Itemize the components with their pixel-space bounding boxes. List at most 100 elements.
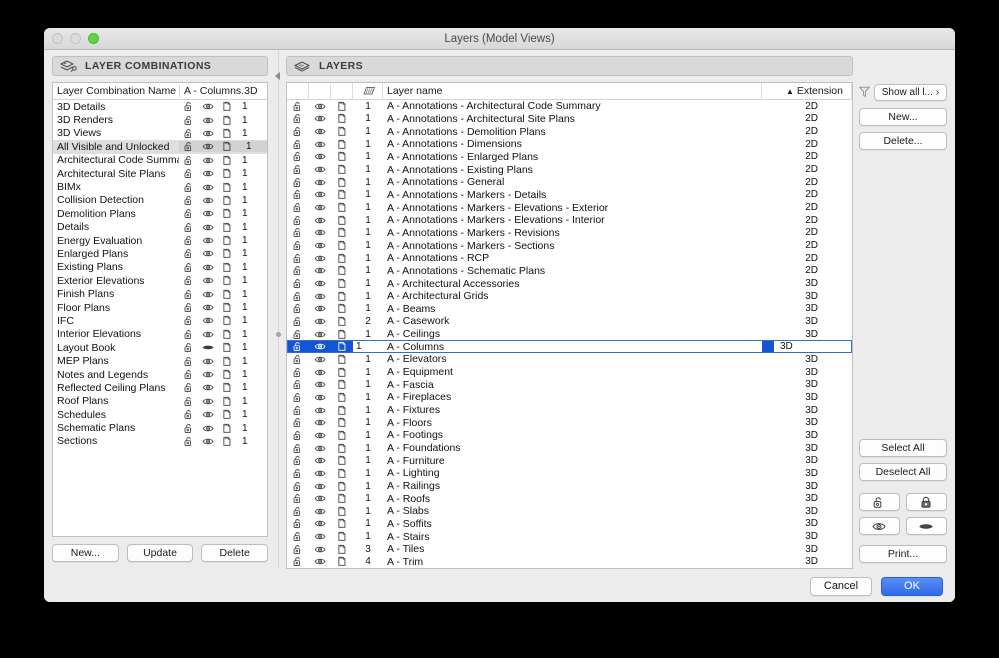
eye-open-icon[interactable] bbox=[202, 303, 215, 312]
unlock-icon[interactable] bbox=[184, 248, 195, 259]
layer-row[interactable]: 1A - Annotations - Markers - Details 2D bbox=[287, 189, 852, 202]
layer-intersection-group[interactable]: 1 bbox=[353, 480, 383, 493]
layer-combination-row[interactable]: Interior Elevations 1 bbox=[53, 328, 267, 341]
new-layer-button[interactable]: New... bbox=[859, 108, 947, 126]
layer-intersection-group[interactable]: 1 bbox=[353, 467, 383, 480]
eye-open-icon[interactable] bbox=[202, 410, 215, 419]
layer-row[interactable]: 1A - Footings 3D bbox=[287, 429, 852, 442]
delete-layer-button[interactable]: Delete... bbox=[859, 132, 947, 150]
layer-intersection-group[interactable]: 1 bbox=[353, 277, 383, 290]
layer-visibility-cell[interactable] bbox=[309, 492, 331, 505]
wireframe-icon[interactable] bbox=[222, 128, 233, 139]
wireframe-icon[interactable] bbox=[222, 115, 233, 126]
layer-name[interactable]: A - Elevators bbox=[383, 353, 762, 366]
new-combination-button[interactable]: New... bbox=[52, 544, 119, 563]
layer-name[interactable]: A - Annotations - Architectural Site Pla… bbox=[383, 113, 762, 126]
lock-layer-button[interactable] bbox=[906, 493, 947, 512]
layer-combination-row[interactable]: Energy Evaluation 1 bbox=[53, 234, 267, 247]
layer-intersection-group[interactable]: 1 bbox=[353, 454, 383, 467]
eye-open-icon[interactable] bbox=[202, 196, 215, 205]
layer-name[interactable]: A - Beams bbox=[383, 303, 762, 316]
pane-splitter[interactable] bbox=[272, 50, 286, 570]
layer-visibility-cell[interactable] bbox=[309, 100, 331, 113]
layer-intersection-group[interactable]: 1 bbox=[353, 151, 383, 164]
unlock-icon[interactable] bbox=[184, 436, 195, 447]
layer-name[interactable]: A - Annotations - Markers - Elevations -… bbox=[383, 214, 762, 227]
column-header-extension[interactable]: ▲ Extension bbox=[762, 83, 852, 100]
unlock-icon[interactable] bbox=[184, 195, 195, 206]
layer-visibility-cell[interactable] bbox=[309, 265, 331, 278]
layer-name[interactable]: A - Tiles bbox=[383, 543, 762, 556]
wireframe-icon[interactable] bbox=[222, 423, 233, 434]
update-combination-button[interactable]: Update bbox=[126, 544, 194, 563]
column-header-combination-name[interactable]: Layer Combination Name bbox=[53, 85, 179, 97]
layer-visibility-cell[interactable] bbox=[309, 138, 331, 151]
layer-name[interactable]: A - Annotations - RCP bbox=[383, 252, 762, 265]
layer-wireframe-cell[interactable] bbox=[331, 530, 353, 543]
layer-visibility-cell[interactable] bbox=[309, 442, 331, 455]
layer-intersection-group[interactable]: 2 bbox=[353, 315, 383, 328]
layer-visibility-cell[interactable] bbox=[309, 214, 331, 227]
layer-visibility-cell[interactable] bbox=[309, 340, 331, 354]
layer-row[interactable]: 1A - Annotations - Markers - Revisions 2D bbox=[287, 227, 852, 240]
layer-row[interactable]: 1A - Floors 3D bbox=[287, 416, 852, 429]
eye-open-icon[interactable] bbox=[202, 424, 215, 433]
layer-intersection-group[interactable]: 1 bbox=[353, 252, 383, 265]
wireframe-icon[interactable] bbox=[222, 208, 233, 219]
layer-row[interactable]: 1A - Annotations - RCP 2D bbox=[287, 252, 852, 265]
layer-lock-cell[interactable] bbox=[287, 366, 309, 379]
layer-name[interactable]: A - Stairs bbox=[383, 530, 762, 543]
layer-row[interactable]: 1A - Beams 3D bbox=[287, 303, 852, 316]
unlock-icon[interactable] bbox=[184, 141, 195, 152]
wireframe-icon[interactable] bbox=[222, 289, 233, 300]
select-all-button[interactable]: Select All bbox=[859, 439, 947, 458]
layer-row[interactable]: 1A - Annotations - Markers - Sections 2D bbox=[287, 239, 852, 252]
layer-row[interactable]: 1A - Equipment 3D bbox=[287, 366, 852, 379]
layer-combination-row[interactable]: 3D Renders 1 bbox=[53, 113, 267, 126]
layer-combination-row[interactable]: BIMx 1 bbox=[53, 180, 267, 193]
wireframe-icon[interactable] bbox=[222, 369, 233, 380]
layer-wireframe-cell[interactable] bbox=[331, 138, 353, 151]
eye-open-icon[interactable] bbox=[202, 357, 215, 366]
layer-lock-cell[interactable] bbox=[287, 442, 309, 455]
unlock-icon[interactable] bbox=[184, 329, 195, 340]
layer-row[interactable]: 1A - Annotations - Enlarged Plans 2D bbox=[287, 151, 852, 164]
layer-lock-cell[interactable] bbox=[287, 353, 309, 366]
eye-open-icon[interactable] bbox=[202, 383, 215, 392]
layer-name[interactable]: A - Annotations - Enlarged Plans bbox=[383, 151, 762, 164]
layer-wireframe-cell[interactable] bbox=[331, 467, 353, 480]
wireframe-icon[interactable] bbox=[222, 342, 233, 353]
layer-wireframe-cell[interactable] bbox=[331, 416, 353, 429]
layer-wireframe-cell[interactable] bbox=[331, 454, 353, 467]
layer-combination-row[interactable]: Finish Plans 1 bbox=[53, 287, 267, 300]
layer-combination-row[interactable]: Floor Plans 1 bbox=[53, 301, 267, 314]
unlock-icon[interactable] bbox=[184, 182, 195, 193]
layer-lock-cell[interactable] bbox=[287, 454, 309, 467]
layer-name[interactable]: A - Architectural Accessories bbox=[383, 277, 762, 290]
ok-button[interactable]: OK bbox=[881, 576, 943, 596]
layer-wireframe-cell[interactable] bbox=[331, 480, 353, 493]
layer-wireframe-cell[interactable] bbox=[331, 189, 353, 202]
unlock-icon[interactable] bbox=[184, 155, 195, 166]
layer-row[interactable]: 1A - Fireplaces 3D bbox=[287, 391, 852, 404]
layer-combination-row[interactable]: Details 1 bbox=[53, 221, 267, 234]
layer-visibility-cell[interactable] bbox=[309, 328, 331, 341]
layer-name[interactable]: A - Foundations bbox=[383, 442, 762, 455]
layer-row[interactable]: 1A - Furniture 3D bbox=[287, 454, 852, 467]
layer-lock-cell[interactable] bbox=[287, 467, 309, 480]
unlock-icon[interactable] bbox=[184, 356, 195, 367]
layer-name[interactable]: A - Annotations - Demolition Plans bbox=[383, 125, 762, 138]
layer-visibility-cell[interactable] bbox=[309, 201, 331, 214]
wireframe-icon[interactable] bbox=[222, 141, 233, 152]
unlock-layer-button[interactable] bbox=[859, 493, 900, 512]
layer-lock-cell[interactable] bbox=[287, 505, 309, 518]
unlock-icon[interactable] bbox=[184, 302, 195, 313]
layer-lock-cell[interactable] bbox=[287, 277, 309, 290]
layer-lock-cell[interactable] bbox=[287, 239, 309, 252]
layer-row[interactable]: 1A - Slabs 3D bbox=[287, 505, 852, 518]
layer-intersection-group[interactable]: 1 bbox=[353, 518, 383, 531]
layer-name[interactable]: A - Railings bbox=[383, 480, 762, 493]
unlock-icon[interactable] bbox=[184, 262, 195, 273]
layer-combination-row[interactable]: Collision Detection 1 bbox=[53, 194, 267, 207]
wireframe-icon[interactable] bbox=[222, 222, 233, 233]
